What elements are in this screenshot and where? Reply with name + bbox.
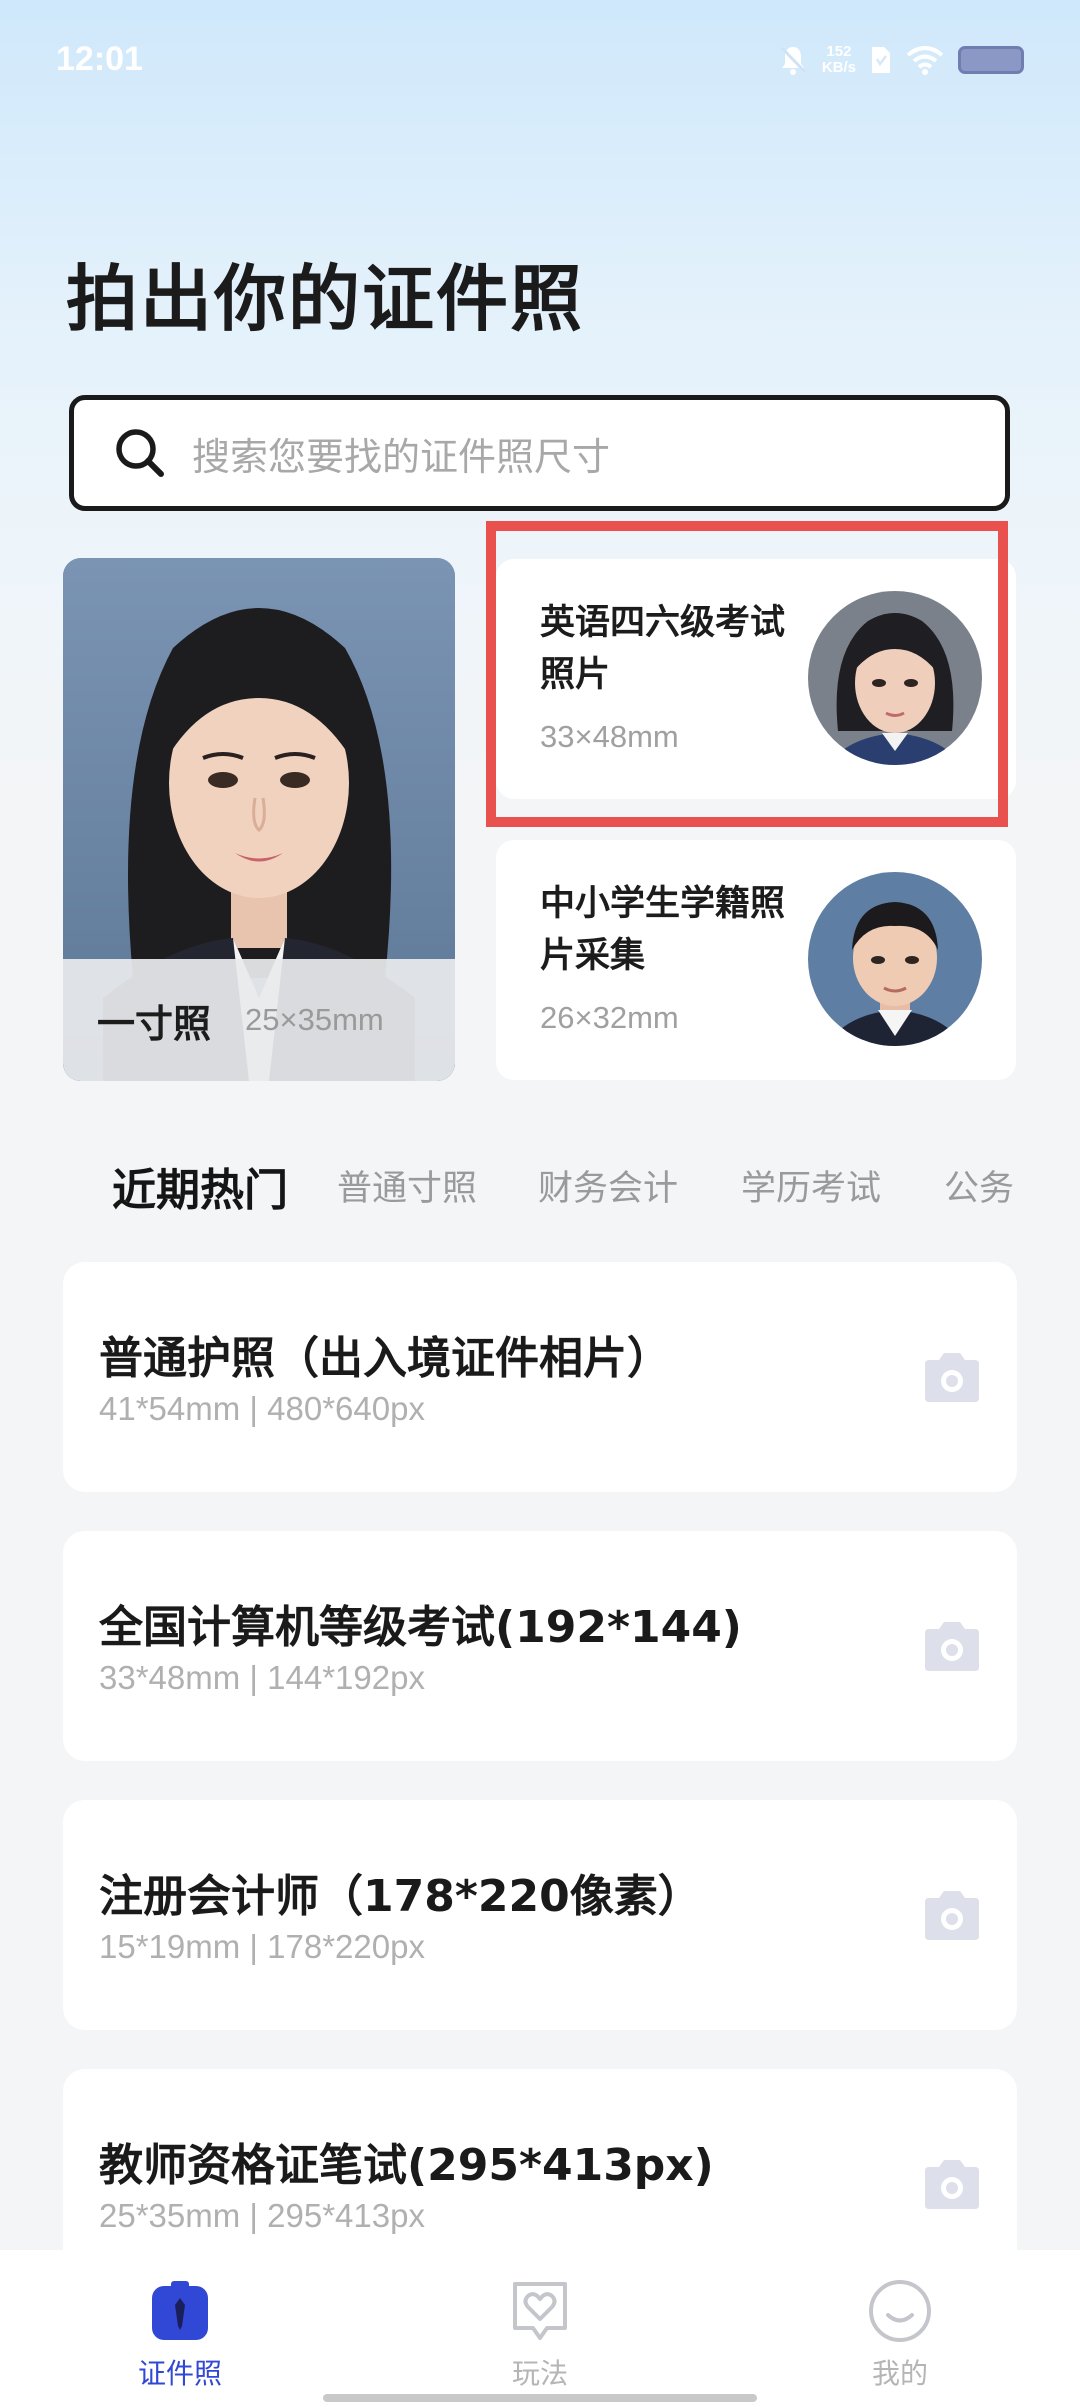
list-item-title: 教师资格证笔试(295*413px) bbox=[99, 2140, 714, 2191]
wifi-icon bbox=[906, 46, 944, 75]
list-item-title: 注册会计师（178*220像素） bbox=[99, 1871, 702, 1922]
list-item-subtitle: 41*54mm | 480*640px bbox=[99, 1390, 425, 1427]
feature-card-size: 25×35mm bbox=[245, 1002, 384, 1037]
feature-card-title: 中小学生学籍照片采集 bbox=[540, 884, 786, 976]
feature-card-student-record[interactable]: 中小学生学籍照片采集 26×32mm bbox=[496, 840, 1016, 1080]
id-photo-icon bbox=[152, 2281, 208, 2340]
tab-civil-service[interactable]: 公务 bbox=[944, 1160, 1014, 1211]
list-item-title: 全国计算机等级考试(192*144) bbox=[99, 1602, 742, 1653]
list-item[interactable]: 注册会计师（178*220像素） 15*19mm | 178*220px bbox=[63, 1800, 1017, 2030]
camera-icon[interactable] bbox=[921, 2157, 983, 2211]
list-item[interactable]: 全国计算机等级考试(192*144) 33*48mm | 144*192px bbox=[63, 1531, 1017, 1761]
list-item[interactable]: 普通护照（出入境证件相片） 41*54mm | 480*640px bbox=[63, 1262, 1017, 1492]
sim-icon bbox=[872, 47, 890, 73]
feature-card-caption: 一寸照 25×35mm bbox=[63, 959, 455, 1081]
home-indicator[interactable] bbox=[323, 2394, 757, 2402]
nav-label: 玩法 bbox=[511, 2357, 568, 2390]
feature-card-one-inch[interactable]: 一寸照 25×35mm bbox=[63, 558, 455, 1081]
nav-item-mine[interactable]: 我的 bbox=[810, 2278, 990, 2392]
battery-icon bbox=[958, 46, 1024, 74]
smiley-icon bbox=[869, 2280, 931, 2342]
tab-standard-photo[interactable]: 普通寸照 bbox=[337, 1160, 477, 1211]
mute-bell-icon bbox=[780, 46, 806, 75]
status-icons: 152 KB/s bbox=[778, 44, 1024, 76]
camera-icon[interactable] bbox=[921, 1888, 983, 1942]
net-speed-value: 152 bbox=[826, 43, 852, 60]
status-bar: 12:01 152 KB/s bbox=[0, 0, 1080, 120]
bottom-nav: 证件照 玩法 我的 bbox=[0, 2250, 1080, 2408]
tab-finance-accounting[interactable]: 财务会计 bbox=[538, 1160, 678, 1211]
tab-recent-hot[interactable]: 近期热门 bbox=[112, 1154, 288, 1218]
student-boy-photo bbox=[808, 872, 982, 1046]
search-icon bbox=[116, 429, 164, 477]
nav-item-play[interactable]: 玩法 bbox=[450, 2278, 630, 2392]
list-item-subtitle: 33*48mm | 144*192px bbox=[99, 1659, 425, 1696]
search-input[interactable]: 搜索您要找的证件照尺寸 bbox=[69, 395, 1010, 511]
app-screen: 12:01 152 KB/s 拍出你的证件照 搜索您要找的证件照尺寸 一寸照 2… bbox=[0, 0, 1080, 2408]
highlight-frame bbox=[486, 521, 1008, 827]
nav-label: 我的 bbox=[871, 2357, 928, 2390]
net-speed: 152 KB/s bbox=[822, 44, 856, 76]
nav-label: 证件照 bbox=[137, 2357, 222, 2390]
page-title: 拍出你的证件照 bbox=[66, 257, 585, 341]
category-tabs: 近期热门 普通寸照 财务会计 学历考试 公务 bbox=[0, 1160, 1080, 1230]
status-time: 12:01 bbox=[56, 40, 143, 78]
tab-education-exam[interactable]: 学历考试 bbox=[741, 1160, 881, 1211]
nav-item-id-photo[interactable]: 证件照 bbox=[90, 2278, 270, 2392]
feature-card-name: 一寸照 bbox=[97, 1001, 212, 1046]
list-item-title: 普通护照（出入境证件相片） bbox=[99, 1333, 671, 1384]
list-item-subtitle: 15*19mm | 178*220px bbox=[99, 1928, 425, 1965]
camera-icon[interactable] bbox=[921, 1350, 983, 1404]
camera-icon[interactable] bbox=[921, 1619, 983, 1673]
heart-chat-icon bbox=[513, 2282, 567, 2340]
net-speed-unit: KB/s bbox=[821, 59, 856, 76]
list-item-subtitle: 25*35mm | 295*413px bbox=[99, 2197, 425, 2234]
feature-card-size: 26×32mm bbox=[540, 1000, 679, 1035]
search-placeholder: 搜索您要找的证件照尺寸 bbox=[192, 434, 611, 479]
